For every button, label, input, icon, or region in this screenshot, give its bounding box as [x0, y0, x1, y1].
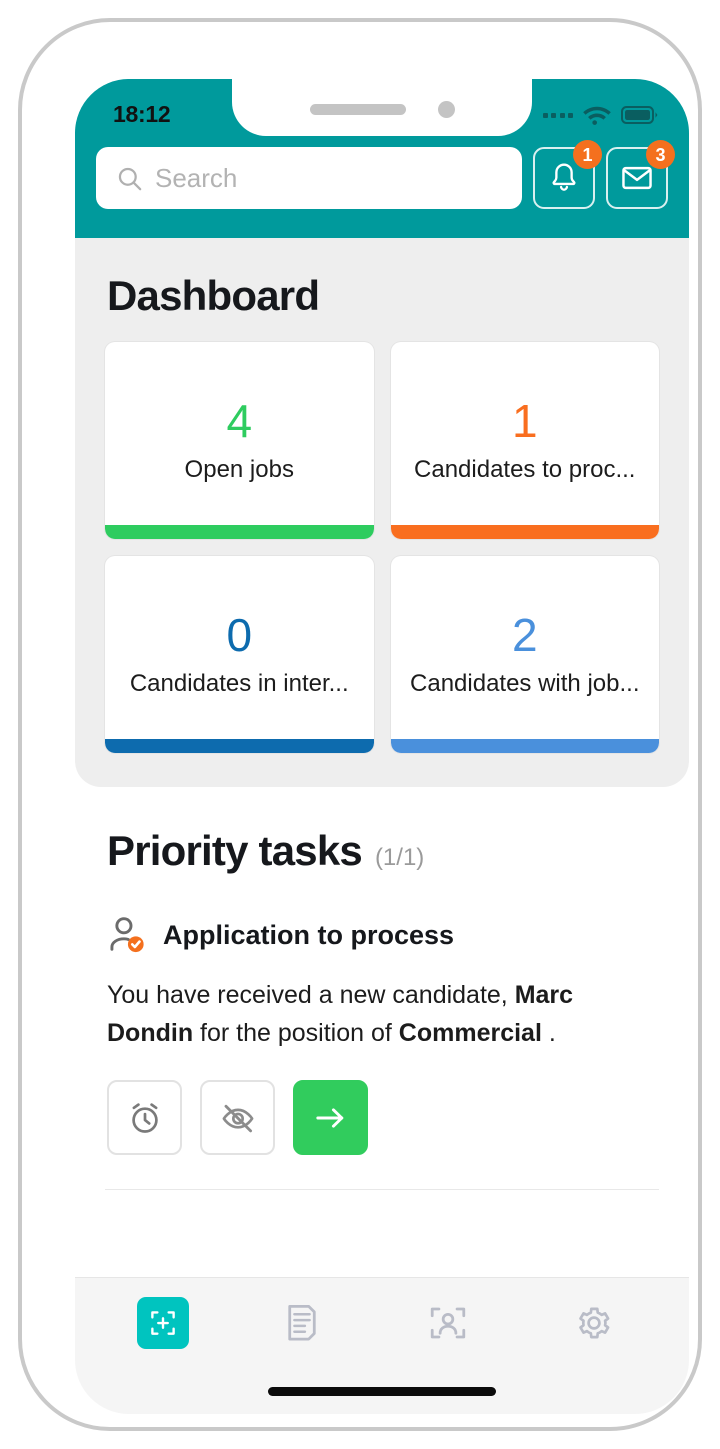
stat-card[interactable]: 2 Candidates with job... — [390, 556, 659, 753]
alarm-clock-icon — [131, 1102, 158, 1133]
battery-icon — [621, 106, 658, 124]
search-placeholder: Search — [155, 162, 238, 193]
job-position: Commercial — [398, 1018, 542, 1047]
device-notch — [232, 79, 532, 136]
stat-value: 1 — [511, 394, 538, 447]
stat-label: Candidates to proc... — [414, 455, 636, 483]
section-count: (1/1) — [374, 844, 425, 871]
messages-badge: 3 — [646, 140, 675, 169]
task-desc-middle: for the position of — [193, 1018, 399, 1047]
stat-card[interactable]: 4 Open jobs — [105, 342, 374, 539]
stat-label: Candidates with job... — [410, 669, 640, 697]
notifications-badge: 1 — [573, 140, 602, 169]
stat-card[interactable]: 1 Candidates to proc... — [390, 342, 659, 539]
app-header: 18:12 Search 1 3 — [75, 79, 689, 238]
task-divider — [105, 1189, 659, 1190]
arrow-right-icon — [315, 1107, 343, 1128]
hide-button[interactable] — [200, 1080, 275, 1155]
user-check-icon — [110, 917, 144, 953]
phone-screen: 18:12 Search 1 3 Dashboard 4 Open jobs 1… — [75, 79, 689, 1414]
status-indicators — [542, 104, 660, 126]
section-header: Priority tasks (1/1) — [107, 827, 659, 875]
stat-value: 2 — [511, 608, 538, 661]
candidate-scan-icon — [430, 1307, 466, 1339]
task-desc-prefix: You have received a new candidate, — [107, 981, 515, 1009]
search-icon — [118, 167, 142, 190]
gear-icon — [579, 1307, 610, 1339]
eye-off-icon — [222, 1104, 253, 1132]
wifi-icon — [583, 106, 611, 125]
speaker-grille — [309, 104, 406, 115]
stat-accent-bar — [105, 525, 374, 539]
open-button[interactable] — [293, 1080, 368, 1155]
stat-label: Open jobs — [184, 455, 294, 483]
dashboard-panel: Dashboard 4 Open jobs 1 Candidates to pr… — [75, 238, 689, 787]
page-title: Dashboard — [107, 272, 320, 319]
bell-icon — [552, 163, 576, 191]
nav-items — [75, 1278, 689, 1368]
notifications-button[interactable]: 1 — [533, 140, 602, 209]
document-icon — [288, 1304, 316, 1341]
stat-cards-grid: 4 Open jobs 1 Candidates to proc... 0 Ca… — [105, 342, 659, 753]
front-camera — [437, 101, 455, 118]
nav-settings[interactable] — [561, 1295, 627, 1351]
nav-dashboard[interactable] — [137, 1297, 189, 1349]
stat-accent-bar — [105, 739, 374, 753]
task-title: Application to process — [163, 919, 455, 950]
task-actions — [107, 1080, 659, 1155]
envelope-icon — [622, 166, 652, 190]
signal-dots-icon — [542, 112, 573, 118]
status-time: 18:12 — [113, 100, 171, 127]
search-input[interactable]: Search — [96, 147, 522, 209]
task-description: You have received a new candidate, Marc … — [107, 977, 627, 1052]
search-row: Search 1 3 — [75, 140, 689, 209]
stat-card[interactable]: 0 Candidates in inter... — [105, 556, 374, 753]
snooze-button[interactable] — [107, 1080, 182, 1155]
stat-accent-bar — [390, 525, 659, 539]
stat-value: 0 — [226, 608, 253, 661]
messages-button[interactable]: 3 — [606, 140, 675, 209]
stat-value: 4 — [226, 394, 253, 447]
phone-frame: 18:12 Search 1 3 Dashboard 4 Open jobs 1… — [18, 18, 702, 1431]
priority-tasks-section: Priority tasks (1/1) Application to proc… — [75, 787, 689, 1190]
home-indicator[interactable] — [268, 1386, 496, 1396]
stat-accent-bar — [390, 739, 659, 753]
section-title: Priority tasks — [107, 827, 363, 874]
home-indicator-area — [75, 1368, 689, 1414]
nav-documents[interactable] — [269, 1295, 335, 1351]
dashboard-grid-icon — [151, 1311, 175, 1335]
task-desc-suffix: . — [541, 1018, 556, 1047]
nav-candidates[interactable] — [415, 1295, 481, 1351]
bottom-navigation — [75, 1277, 689, 1414]
task-header: Application to process — [107, 915, 659, 955]
stat-label: Candidates in inter... — [129, 669, 349, 697]
